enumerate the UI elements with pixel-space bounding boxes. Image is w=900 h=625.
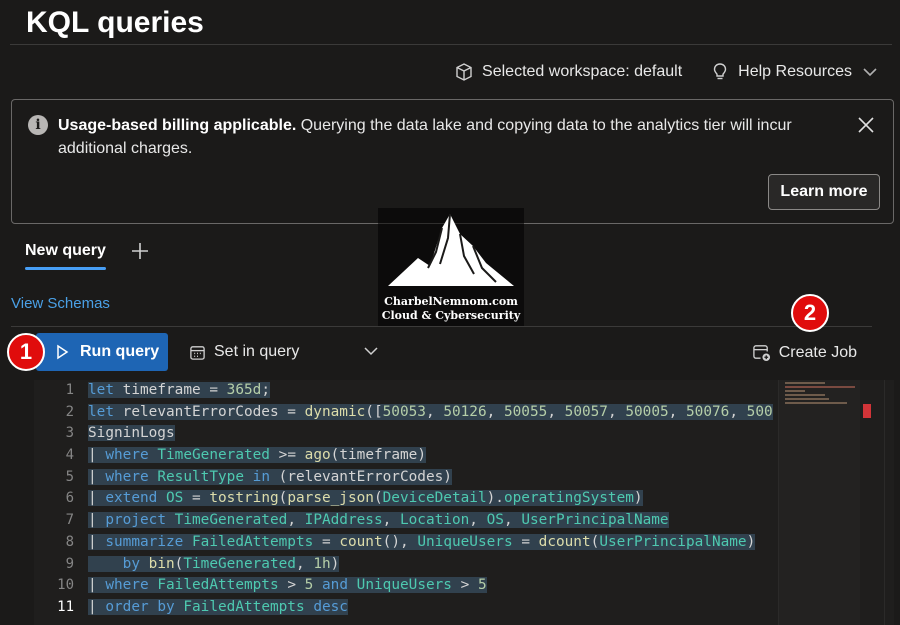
add-calendar-icon	[752, 345, 770, 362]
calendar-icon	[190, 345, 205, 360]
code-line-text: | order by FailedAttempts desc	[88, 598, 348, 615]
minimap-line	[785, 390, 805, 392]
line-number: 11	[57, 598, 74, 615]
cube-icon	[456, 63, 472, 81]
view-schemas-link[interactable]: View Schemas	[11, 295, 110, 312]
learn-more-button[interactable]: Learn more	[768, 174, 880, 210]
line-number-gutter: 1 2 3 4 5 6 7 8 9 10 11	[34, 380, 80, 625]
top-toolbar: Selected workspace: default Help Resourc…	[454, 62, 880, 82]
minimap-line	[785, 398, 829, 400]
run-query-button[interactable]: Run query	[36, 333, 168, 371]
code-line[interactable]: | order by FailedAttempts desc	[88, 597, 778, 619]
code-line[interactable]: let relevantErrorCodes = dynamic([50053,…	[88, 402, 778, 424]
tab-new-query[interactable]: New query	[11, 238, 120, 270]
create-job-label: Create Job	[778, 343, 857, 361]
code-line[interactable]: | where ResultType in (relevantErrorCode…	[88, 467, 778, 489]
code-editor[interactable]: 1 2 3 4 5 6 7 8 9 10 11 let timeframe = 365d; let r…	[34, 380, 894, 625]
chevron-down-icon	[863, 68, 877, 77]
minimap-line	[785, 386, 855, 388]
lightbulb-icon	[713, 63, 727, 80]
code-line[interactable]: by bin(TimeGenerated, 1h)	[88, 554, 778, 576]
set-in-query-label: Set in query	[214, 343, 300, 360]
workspace-selector[interactable]: Selected workspace: default	[454, 62, 682, 82]
line-number: 4	[65, 447, 74, 464]
code-line-text: | where FailedAttempts > 5 and UniqueUse…	[88, 577, 487, 594]
code-line[interactable]: | where TimeGenerated >= ago(timeframe)	[88, 445, 778, 467]
code-line-text: let timeframe = 365d;	[88, 382, 270, 398]
info-icon: i	[28, 115, 48, 135]
code-line[interactable]: | summarize FailedAttempts = count(), Un…	[88, 532, 778, 554]
code-line-text: SigninLogs	[88, 425, 175, 442]
line-number: 9	[65, 555, 74, 572]
callout-step-2: 2	[791, 294, 829, 332]
banner-message: Usage-based billing applicable. Querying…	[58, 114, 828, 160]
line-number: 8	[65, 533, 74, 550]
scrollbar-error-marker	[863, 404, 871, 418]
create-job-button[interactable]: Create Job	[752, 343, 857, 362]
minimap[interactable]	[778, 380, 860, 625]
line-number: 7	[65, 512, 74, 529]
chevron-down-icon[interactable]	[362, 342, 380, 360]
page-title: KQL queries	[26, 6, 204, 39]
watermark: CharbelNemnom.com Cloud & Cybersecurity	[378, 208, 524, 326]
mountain-logo	[388, 213, 514, 286]
title-divider	[10, 44, 892, 45]
line-number: 5	[65, 468, 74, 485]
add-tab-icon[interactable]	[130, 241, 150, 261]
code-line[interactable]: | project TimeGenerated, IPAddress, Loca…	[88, 510, 778, 532]
help-label: Help Resources	[738, 63, 852, 80]
code-line-text: | where TimeGenerated >= ago(timeframe)	[88, 447, 426, 464]
toolbar-divider	[11, 326, 872, 327]
line-number: 6	[65, 490, 74, 507]
workspace-label: Selected workspace: default	[482, 63, 683, 80]
code-area[interactable]: let timeframe = 365d; let relevantErrorCo…	[88, 380, 778, 625]
editor-right-border	[884, 380, 885, 625]
watermark-line-1: CharbelNemnom.com	[384, 295, 518, 308]
code-line-text: | extend OS = tostring(parse_json(Device…	[88, 490, 643, 507]
line-number: 10	[57, 577, 74, 594]
minimap-line	[785, 402, 847, 404]
minimap-line	[785, 382, 825, 384]
code-line[interactable]: SigninLogs	[88, 423, 778, 445]
banner-bold-text: Usage-based billing applicable.	[58, 117, 297, 134]
run-query-label: Run query	[80, 343, 160, 360]
line-number: 3	[65, 425, 74, 442]
code-line[interactable]: let timeframe = 365d;	[88, 380, 778, 402]
set-in-query-button[interactable]: Set in query	[189, 343, 299, 361]
code-line-text: | where ResultType in (relevantErrorCode…	[88, 468, 452, 485]
watermark-line-2: Cloud & Cybersecurity	[381, 309, 521, 322]
query-tabs: New query	[11, 238, 150, 270]
code-line-text: | summarize FailedAttempts = count(), Un…	[88, 533, 756, 550]
line-number: 2	[65, 403, 74, 420]
code-line[interactable]: | where FailedAttempts > 5 and UniqueUse…	[88, 575, 778, 597]
code-line-text: | project TimeGenerated, IPAddress, Loca…	[88, 512, 669, 529]
close-icon[interactable]	[857, 116, 875, 134]
line-number: 1	[65, 382, 74, 398]
code-line-text: by bin(TimeGenerated, 1h)	[88, 555, 340, 572]
code-line-text: let relevantErrorCodes = dynamic([50053,…	[88, 403, 773, 420]
minimap-line	[785, 394, 825, 396]
help-resources-button[interactable]: Help Resources	[710, 62, 880, 82]
code-line[interactable]: | extend OS = tostring(parse_json(Device…	[88, 488, 778, 510]
billing-banner: i Usage-based billing applicable. Queryi…	[11, 99, 894, 224]
callout-step-1: 1	[7, 333, 45, 371]
play-icon	[57, 344, 69, 360]
